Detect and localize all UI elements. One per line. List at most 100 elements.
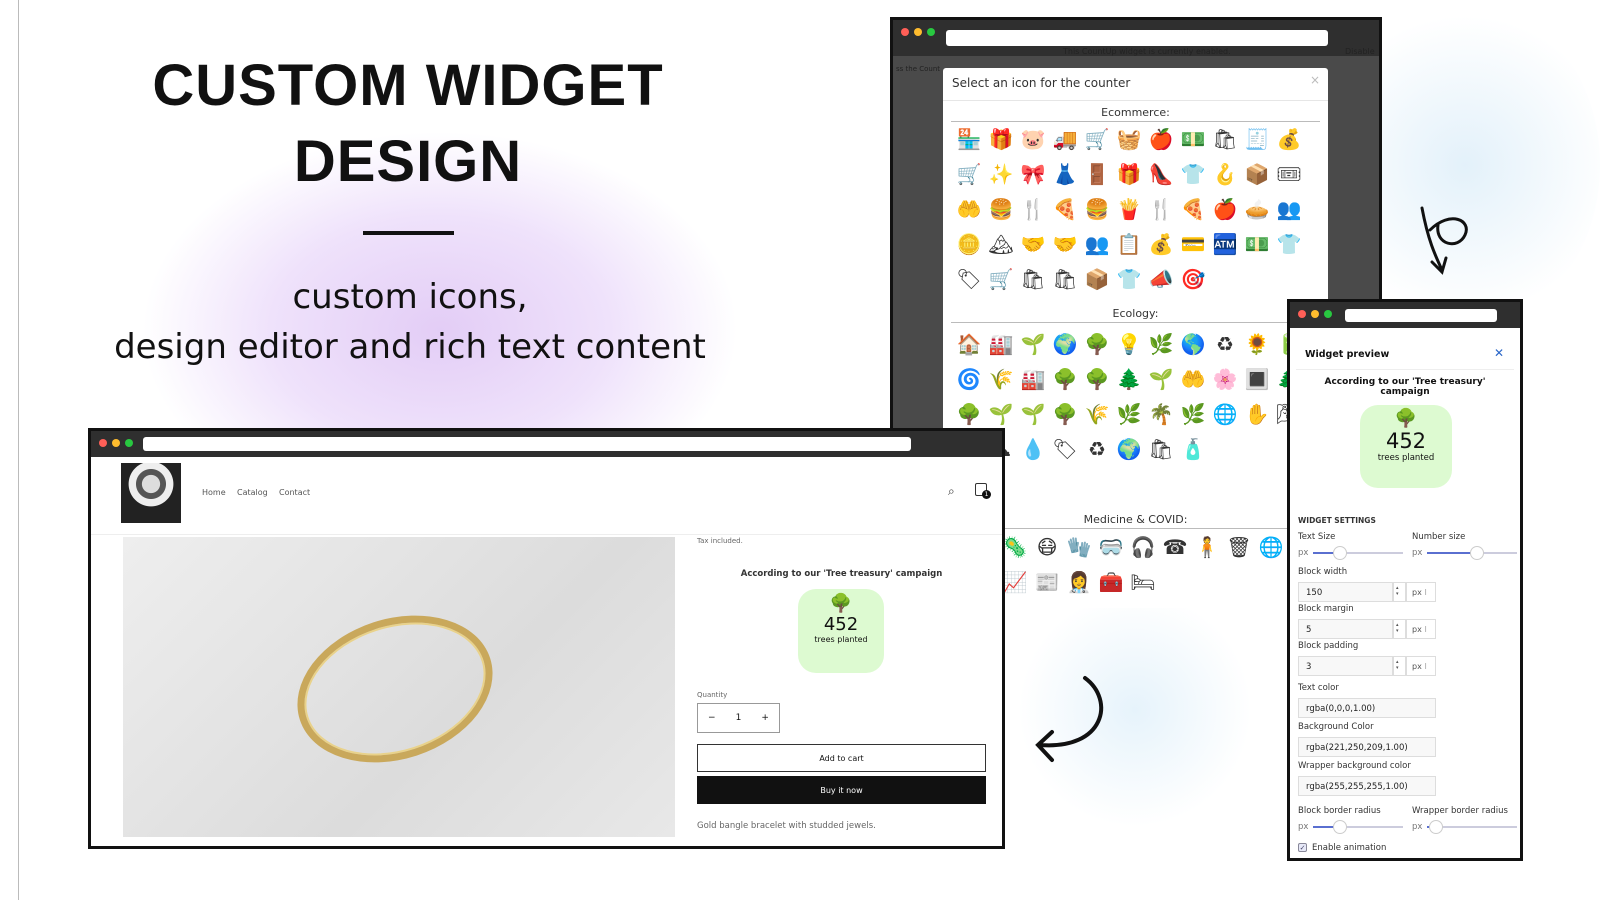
search-icon[interactable]: ⌕ (948, 484, 955, 499)
icon-option[interactable]: 🌿 (1145, 327, 1177, 362)
icon-option[interactable]: 📰 (1031, 565, 1063, 600)
icon-option[interactable]: ✋ (1241, 397, 1273, 432)
icon-option[interactable]: 👕 (1273, 227, 1305, 262)
icon-option[interactable]: 👗 (1049, 157, 1081, 192)
wrapper-bg-input[interactable]: rgba(255,255,255,1.00) (1298, 776, 1436, 796)
icon-option[interactable]: 😷 (1031, 530, 1063, 565)
icon-option[interactable]: 🍕 (1177, 192, 1209, 227)
icon-option[interactable]: 🍔 (985, 192, 1017, 227)
icon-option[interactable]: 🛍 (1017, 262, 1049, 297)
icon-option[interactable]: 💡 (1113, 327, 1145, 362)
icon-option[interactable]: 📦 (1241, 157, 1273, 192)
icon-option[interactable]: 🍎 (1145, 122, 1177, 157)
icon-option[interactable]: 🏧 (1209, 227, 1241, 262)
icon-option[interactable]: 🤲 (953, 192, 985, 227)
icon-option[interactable]: 🍟 (1113, 192, 1145, 227)
icon-option[interactable]: 🎟 (1273, 157, 1305, 192)
icon-option[interactable]: 💧 (1017, 432, 1049, 467)
icon-option[interactable]: 🌳 (1049, 362, 1081, 397)
quantity-stepper[interactable]: − 1 + (697, 703, 780, 733)
minus-button[interactable]: − (708, 713, 716, 723)
icon-option[interactable]: 🪝 (1209, 157, 1241, 192)
nav-contact[interactable]: Contact (279, 488, 310, 497)
store-logo[interactable] (121, 463, 181, 523)
icon-option[interactable]: 🎧 (1127, 530, 1159, 565)
icon-option[interactable]: 🌸 (1209, 362, 1241, 397)
icon-option[interactable]: 💵 (1241, 227, 1273, 262)
window-controls[interactable] (99, 439, 133, 447)
nav-home[interactable]: Home (202, 488, 226, 497)
icon-option[interactable]: 💳 (1177, 227, 1209, 262)
icon-option[interactable]: 🛍 (1209, 122, 1241, 157)
icon-option[interactable]: 🌐 (1209, 397, 1241, 432)
nav-catalog[interactable]: Catalog (237, 488, 268, 497)
icon-option[interactable]: 🌲 (1113, 362, 1145, 397)
icon-option[interactable]: 🧰 (1095, 565, 1127, 600)
icon-option[interactable]: 🧤 (1063, 530, 1095, 565)
icon-option[interactable]: 🏔 (985, 227, 1017, 262)
icon-option[interactable]: 👩‍⚕ (1063, 565, 1095, 600)
text-size-slider[interactable] (1313, 546, 1403, 560)
icon-option[interactable]: 🛒 (985, 262, 1017, 297)
icon-option[interactable]: 🛍 (1145, 432, 1177, 467)
icon-option[interactable]: 🏷 (953, 262, 985, 297)
icon-option[interactable]: 💰 (1273, 122, 1305, 157)
icon-option[interactable]: 👥 (1081, 227, 1113, 262)
icon-option[interactable]: 🤝 (1017, 227, 1049, 262)
icon-option[interactable]: 🎁 (985, 122, 1017, 157)
icon-option[interactable]: 🌎 (1177, 327, 1209, 362)
unit-select[interactable]: px ⁝ (1406, 619, 1436, 639)
icon-option[interactable]: 🌳 (1081, 362, 1113, 397)
icon-option[interactable]: 🌱 (985, 397, 1017, 432)
icon-option[interactable]: 📦 (1081, 262, 1113, 297)
icon-option[interactable]: 🤝 (1049, 227, 1081, 262)
close-icon[interactable]: ✕ (1494, 346, 1504, 360)
icon-option[interactable]: 🐷 (1017, 122, 1049, 157)
icon-option[interactable]: 🌍 (1113, 432, 1145, 467)
icon-option[interactable]: 🗑 (1223, 530, 1255, 565)
product-image[interactable] (123, 537, 675, 837)
icon-option[interactable]: 👥 (1273, 192, 1305, 227)
icon-option[interactable]: 🔳 (1241, 362, 1273, 397)
block-margin-input[interactable]: 5 (1298, 619, 1393, 639)
icon-option[interactable]: 🏷 (1049, 432, 1081, 467)
block-radius-slider[interactable] (1313, 820, 1403, 834)
icon-option[interactable]: 🧺 (1113, 122, 1145, 157)
icon-option[interactable]: 🧍 (1191, 530, 1223, 565)
unit-select[interactable]: px ⁝ (1406, 656, 1436, 676)
icon-option[interactable]: 🏠 (953, 327, 985, 362)
icon-option[interactable]: 🍎 (1209, 192, 1241, 227)
icon-option[interactable]: 🌳 (1081, 327, 1113, 362)
icon-option[interactable]: 🌿 (1113, 397, 1145, 432)
icon-option[interactable]: 👕 (1177, 157, 1209, 192)
icon-option[interactable]: 📋 (1113, 227, 1145, 262)
stepper[interactable]: ▴ ▾ (1393, 619, 1406, 639)
disable-button[interactable]: Disable (1345, 47, 1375, 56)
icon-option[interactable]: 🪙 (953, 227, 985, 262)
icon-option[interactable]: 🛏 (1127, 565, 1159, 600)
icon-option[interactable]: 🤲 (1177, 362, 1209, 397)
icon-option[interactable]: 🌴 (1145, 397, 1177, 432)
icon-option[interactable]: 🍴 (1017, 192, 1049, 227)
icon-option[interactable]: 👠 (1145, 157, 1177, 192)
buy-now-button[interactable]: Buy it now (697, 776, 986, 804)
icon-option[interactable]: 🌍 (1049, 327, 1081, 362)
cart-icon[interactable]: 1 (975, 483, 991, 499)
stepper[interactable]: ▴ ▾ (1393, 582, 1406, 602)
icon-option[interactable]: 🥧 (1241, 192, 1273, 227)
icon-option[interactable]: 🌱 (1145, 362, 1177, 397)
block-padding-input[interactable]: 3 (1298, 656, 1393, 676)
icon-option[interactable]: 🌱 (1017, 397, 1049, 432)
block-width-input[interactable]: 150 (1298, 582, 1393, 602)
icon-option[interactable]: ✨ (985, 157, 1017, 192)
icon-option[interactable]: 🌿 (1177, 397, 1209, 432)
text-color-input[interactable]: rgba(0,0,0,1.00) (1298, 698, 1436, 718)
icon-option[interactable]: 🛒 (953, 157, 985, 192)
icon-option[interactable]: ♻ (1081, 432, 1113, 467)
icon-option[interactable]: 🌾 (1081, 397, 1113, 432)
icon-option[interactable]: 🍴 (1145, 192, 1177, 227)
unit-select[interactable]: px ⁝ (1406, 582, 1436, 602)
icon-option[interactable]: 🏭 (985, 327, 1017, 362)
icon-option[interactable]: 🛒 (1081, 122, 1113, 157)
icon-option[interactable]: 🌳 (953, 397, 985, 432)
